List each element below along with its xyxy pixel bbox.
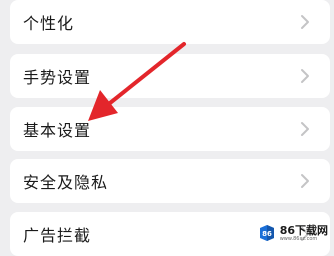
menu-item-label: 基本设置 [23, 121, 92, 140]
chevron-right-icon [301, 122, 309, 136]
svg-text:86: 86 [262, 230, 272, 238]
menu-item-label: 广告拦截 [23, 226, 92, 245]
chevron-right-icon [301, 69, 309, 83]
menu-item-personalization[interactable]: 个性化 [10, 0, 330, 44]
menu-item-gesture-settings[interactable]: 手势设置 [10, 54, 330, 98]
menu-item-basic-settings[interactable]: 基本设置 [10, 107, 330, 151]
chevron-right-icon [301, 174, 309, 188]
logo-icon: 86 [259, 225, 274, 241]
menu-item-label: 安全及隐私 [23, 173, 109, 192]
menu-item-label: 个性化 [23, 14, 75, 33]
watermark-title: 86下载网 [279, 223, 328, 237]
site-watermark: 86 86下载网 www.86xz.com [257, 222, 328, 244]
watermark-subtitle: www.86xz.com [279, 235, 318, 242]
menu-item-label: 手势设置 [23, 68, 92, 87]
menu-item-security-privacy[interactable]: 安全及隐私 [10, 159, 330, 203]
chevron-right-icon [301, 15, 309, 29]
